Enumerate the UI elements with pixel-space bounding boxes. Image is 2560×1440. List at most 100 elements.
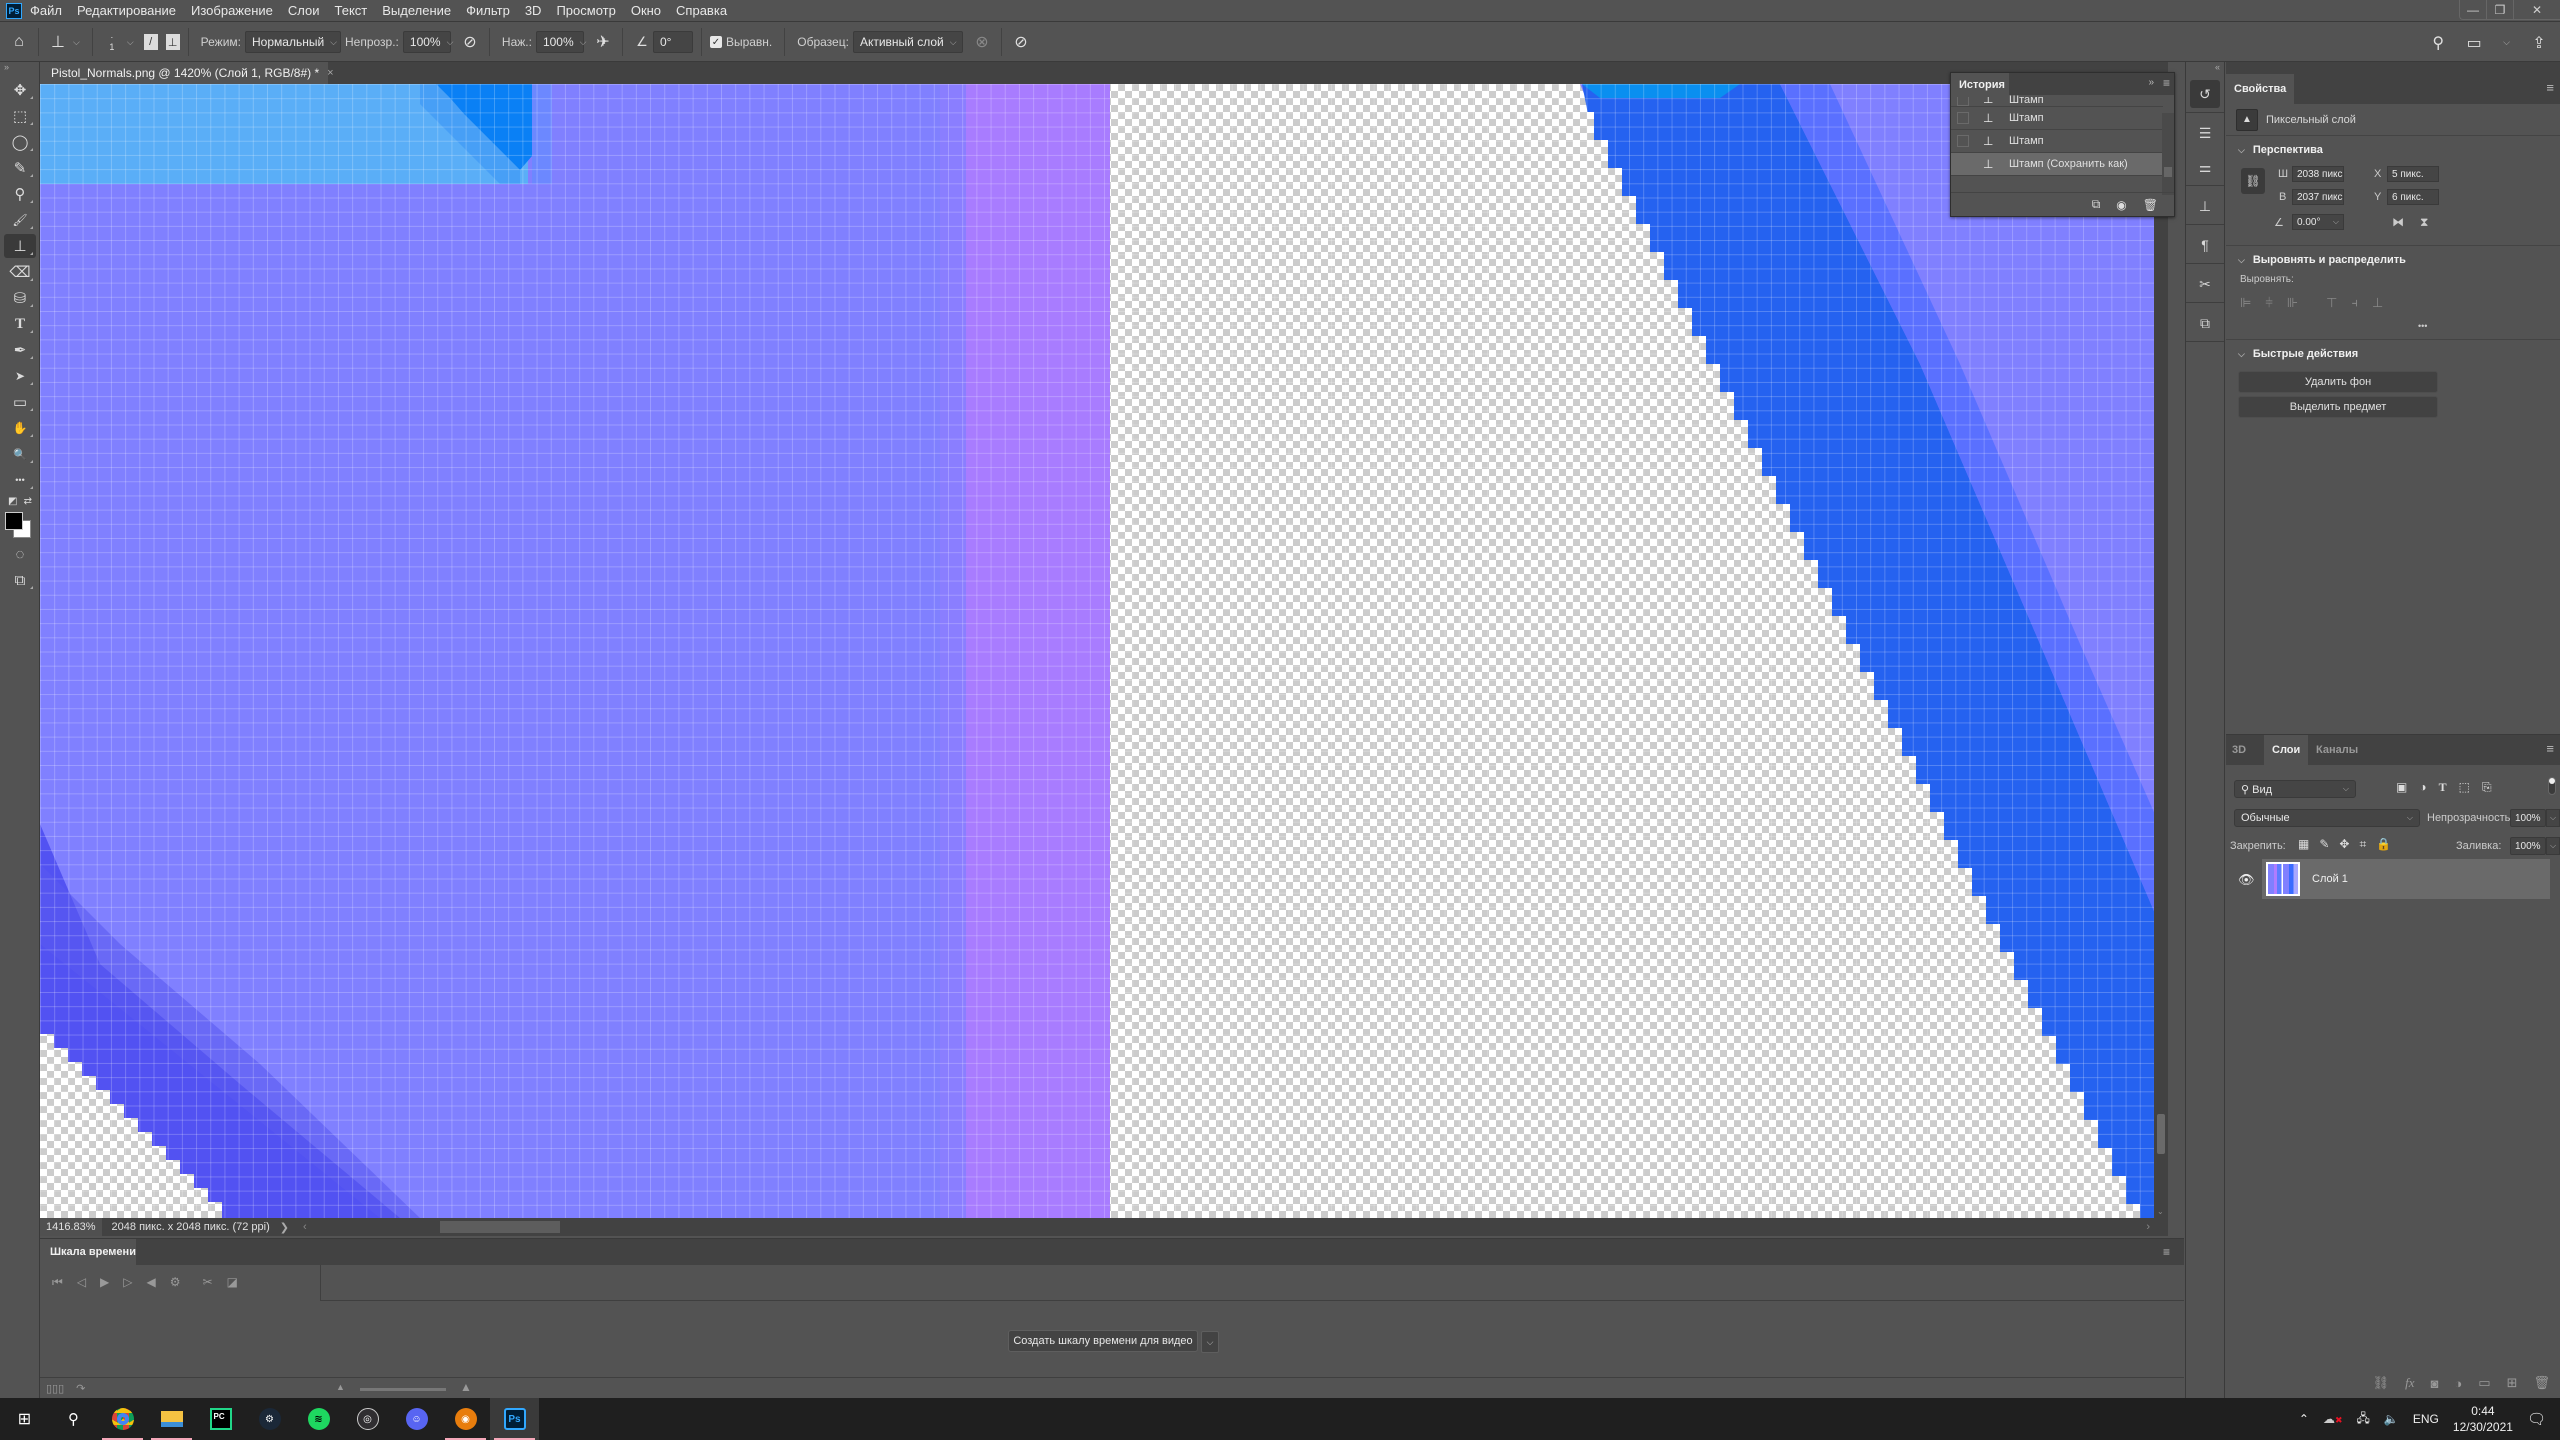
new-document-from-state-icon[interactable]: ⧉ [2092, 197, 2101, 212]
zoom-out-icon[interactable]: ▲ [336, 1382, 345, 1392]
taskbar-file-explorer[interactable] [147, 1398, 196, 1440]
tab-layers[interactable]: Слои [2264, 735, 2308, 765]
quick-actions-section-header[interactable]: ⌵ Быстрые действия [2226, 340, 2560, 368]
delete-icon[interactable]: 🗑 [2143, 198, 2158, 212]
vertical-scrollbar[interactable]: ⌃ ⌄ [2154, 84, 2168, 1218]
minimize-button[interactable]: — [2460, 0, 2487, 20]
marquee-tool[interactable]: ⬚ [4, 104, 36, 128]
align-section-header[interactable]: ⌵ Выровнять и распределить [2226, 246, 2560, 274]
eraser-tool[interactable]: ⌫ [4, 260, 36, 284]
taskbar-blender[interactable]: ◉ [441, 1398, 490, 1440]
angle-field[interactable]: 0.00° ⌵ [2292, 214, 2344, 230]
align-right-icon[interactable]: ⊪ [2287, 295, 2298, 311]
layer-filter-select[interactable]: ⚲ Вид ⌵ [2234, 780, 2356, 798]
opacity-field[interactable]: 100% ⌵ [402, 31, 453, 53]
more-tools[interactable]: ••• [4, 468, 36, 492]
align-center-v-icon[interactable]: ⫞ [2351, 295, 2358, 311]
pressure-opacity-icon[interactable]: ⊘ [459, 30, 481, 54]
properties-tab[interactable]: Свойства [2226, 74, 2294, 104]
height-field[interactable]: 2037 пикс [2292, 189, 2344, 205]
tab-3d[interactable]: 3D [2226, 735, 2250, 765]
delete-layer-icon[interactable]: 🗑 [2533, 1375, 2550, 1391]
align-center-h-icon[interactable]: ⫩ [2265, 295, 2272, 311]
remove-background-button[interactable]: Удалить фон [2238, 371, 2438, 393]
panel-menu-icon[interactable]: ≡ [2163, 76, 2170, 90]
menu-view[interactable]: Просмотр [556, 3, 615, 18]
menu-layers[interactable]: Слои [288, 3, 320, 18]
filter-pixel-icon[interactable]: ▣ [2396, 780, 2407, 795]
move-tool[interactable]: ✥ [4, 78, 36, 102]
select-subject-button[interactable]: Выделить предмет [2238, 396, 2438, 418]
more-options-button[interactable]: ••• [2226, 321, 2560, 331]
history-item-selected[interactable]: ⊥ Штамп (Сохранить как) [1951, 153, 2163, 176]
menu-select[interactable]: Выделение [382, 3, 451, 18]
show-hidden-icons-chevron-icon[interactable]: ⌃ [2299, 1412, 2309, 1426]
filter-smart-object-icon[interactable]: ⎘ [2482, 780, 2492, 795]
visibility-eye-icon[interactable]: 👁 [2238, 872, 2255, 888]
libraries-button[interactable]: ⧉ [2190, 309, 2220, 337]
taskbar-obs[interactable]: ◎ [343, 1398, 392, 1440]
home-icon[interactable]: ⌂ [8, 30, 30, 54]
canvas[interactable]: ⌃ ⌄ [40, 84, 2168, 1218]
hand-tool[interactable]: ✋ [4, 416, 36, 440]
lock-transparent-icon[interactable]: ▦ [2298, 837, 2309, 852]
pressure-size-icon[interactable]: ⊘ [1010, 30, 1032, 54]
close-tab-icon[interactable]: × [327, 67, 333, 79]
previous-frame-icon[interactable]: ◁ [77, 1275, 86, 1289]
lasso-tool[interactable]: ◯ [4, 130, 36, 154]
menu-file[interactable]: Файл [30, 3, 62, 18]
paint-bucket-tool[interactable]: ⛁ [4, 286, 36, 310]
snapshot-checkbox[interactable] [1957, 135, 1969, 147]
scroll-left-icon[interactable]: ‹ [303, 1221, 307, 1233]
snapshot-checkbox[interactable] [1957, 158, 1969, 170]
timeline-tab[interactable]: Шкала времени [40, 1239, 136, 1265]
quick-selection-tool[interactable]: ✎ [4, 156, 36, 180]
timeline-zoom-slider[interactable] [360, 1388, 446, 1391]
lock-image-icon[interactable]: ✎ [2319, 837, 2329, 852]
aligned-checkbox[interactable]: ✓ [709, 36, 722, 48]
fill-field[interactable]: 100% [2510, 837, 2546, 855]
transform-section-header[interactable]: ⌵ Перспектива [2226, 136, 2560, 164]
add-mask-icon[interactable]: ◙ [2431, 1376, 2439, 1391]
language-indicator[interactable]: ENG [2413, 1412, 2439, 1426]
history-panel-button[interactable]: ↺ [2190, 80, 2220, 108]
rectangle-tool[interactable]: ▭ [4, 390, 36, 414]
menu-help[interactable]: Справка [676, 3, 727, 18]
link-layers-icon[interactable]: ⛓ [2373, 1375, 2390, 1391]
first-frame-icon[interactable]: ⏮ [52, 1275, 63, 1290]
swap-colors-icon[interactable]: ⇄ [24, 496, 32, 507]
mode-select[interactable]: Нормальный ⌵ [245, 31, 341, 53]
clone-source-icon[interactable]: ⊥ [165, 34, 180, 50]
history-scroll-thumb[interactable] [2164, 167, 2172, 177]
y-field[interactable]: 6 пикс. [2387, 189, 2439, 205]
zoom-in-icon[interactable]: ▲ [460, 1380, 472, 1394]
menu-type[interactable]: Текст [335, 3, 368, 18]
width-field[interactable]: 2038 пикс [2292, 166, 2344, 182]
adjustment-layer-icon[interactable]: ◑ [2454, 1376, 2462, 1391]
taskbar-chrome[interactable] [98, 1398, 147, 1440]
align-left-icon[interactable]: ⊫ [2240, 295, 2251, 311]
create-video-timeline-button[interactable]: Создать шкалу времени для видео [1008, 1330, 1198, 1352]
path-selection-tool[interactable]: ➤ [4, 364, 36, 388]
frames-icon[interactable]: ▯▯▯ [46, 1382, 64, 1395]
foreground-color-swatch[interactable] [5, 512, 23, 530]
search-button[interactable]: ⚲ [49, 1398, 98, 1440]
next-frame-icon[interactable]: ▷ [123, 1275, 132, 1289]
restore-button[interactable]: ❐ [2487, 0, 2514, 20]
blend-mode-select[interactable]: Обычные ⌵ [2234, 809, 2420, 827]
default-colors-icon[interactable]: ◩ [8, 496, 17, 507]
menu-filter[interactable]: Фильтр [466, 3, 510, 18]
type-tool[interactable]: T [4, 312, 36, 336]
new-snapshot-icon[interactable]: ◉ [2116, 198, 2126, 212]
filter-shape-icon[interactable]: ⬚ [2459, 780, 2470, 795]
flip-horizontal-icon[interactable]: ⧓ [2392, 215, 2404, 229]
network-icon[interactable]: 🖧 [2357, 1409, 2370, 1430]
play-icon[interactable]: ▶ [100, 1275, 109, 1289]
history-tab[interactable]: История [1951, 73, 2009, 97]
clone-source-button[interactable]: ⊥ [2190, 192, 2220, 220]
filter-adjustment-icon[interactable]: ◑ [2419, 780, 2426, 795]
onedrive-error-icon[interactable]: ☁✖ [2323, 1412, 2343, 1426]
status-menu-arrow[interactable]: ❯ [280, 1221, 289, 1234]
layer-row[interactable]: Слой 1 [2262, 859, 2550, 899]
menu-image[interactable]: Изображение [191, 3, 273, 18]
